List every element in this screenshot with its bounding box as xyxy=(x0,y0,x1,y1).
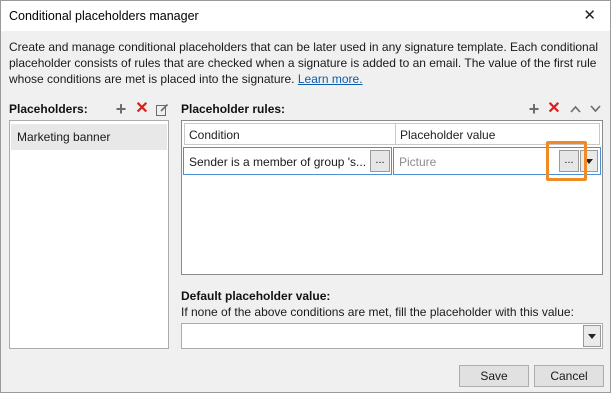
column-divider xyxy=(395,124,396,144)
default-value-description: If none of the above conditions are met,… xyxy=(181,305,574,319)
title-bar: Conditional placeholders manager ✕ xyxy=(1,1,610,31)
save-button[interactable]: Save xyxy=(459,365,529,387)
dialog-description: Create and manage conditional placeholde… xyxy=(9,39,601,87)
default-value-dropdown-button[interactable] xyxy=(583,325,601,347)
rules-grid[interactable]: Condition Placeholder value Sender is a … xyxy=(181,120,603,275)
column-header-condition: Condition xyxy=(189,128,240,142)
grid-header: Condition Placeholder value xyxy=(184,123,600,145)
add-rule-icon[interactable]: + xyxy=(526,100,542,118)
dropdown-arrow-icon xyxy=(588,333,596,339)
default-value-combo[interactable] xyxy=(181,323,603,349)
default-value-label: Default placeholder value: xyxy=(181,289,331,303)
placeholder-rules-label: Placeholder rules: xyxy=(181,102,286,116)
cancel-button[interactable]: Cancel xyxy=(534,365,604,387)
placeholder-value-text: Picture xyxy=(399,155,437,169)
edit-placeholder-icon[interactable] xyxy=(154,101,170,117)
condition-cell[interactable]: Sender is a member of group 's... ... xyxy=(183,147,392,175)
delete-placeholder-icon[interactable]: ✕ xyxy=(134,101,150,117)
placeholders-label: Placeholders: xyxy=(9,102,88,116)
condition-text: Sender is a member of group 's... xyxy=(189,155,367,169)
list-item[interactable]: Marketing banner xyxy=(11,124,167,150)
delete-rule-icon[interactable]: ✕ xyxy=(546,101,562,117)
window-title: Conditional placeholders manager xyxy=(9,9,199,23)
placeholders-list[interactable]: Marketing banner xyxy=(9,120,169,349)
placeholder-name: Marketing banner xyxy=(17,130,111,144)
chevron-up-icon[interactable] xyxy=(567,101,583,117)
column-header-value: Placeholder value xyxy=(400,128,496,142)
learn-more-link[interactable]: Learn more. xyxy=(298,72,363,86)
close-icon[interactable]: ✕ xyxy=(583,6,596,24)
add-placeholder-icon[interactable]: + xyxy=(113,100,129,118)
condition-browse-button[interactable]: ... xyxy=(370,150,390,172)
dialog-window: Conditional placeholders manager ✕ Creat… xyxy=(0,0,611,393)
highlight-box xyxy=(546,141,587,181)
chevron-down-icon[interactable] xyxy=(587,101,603,117)
